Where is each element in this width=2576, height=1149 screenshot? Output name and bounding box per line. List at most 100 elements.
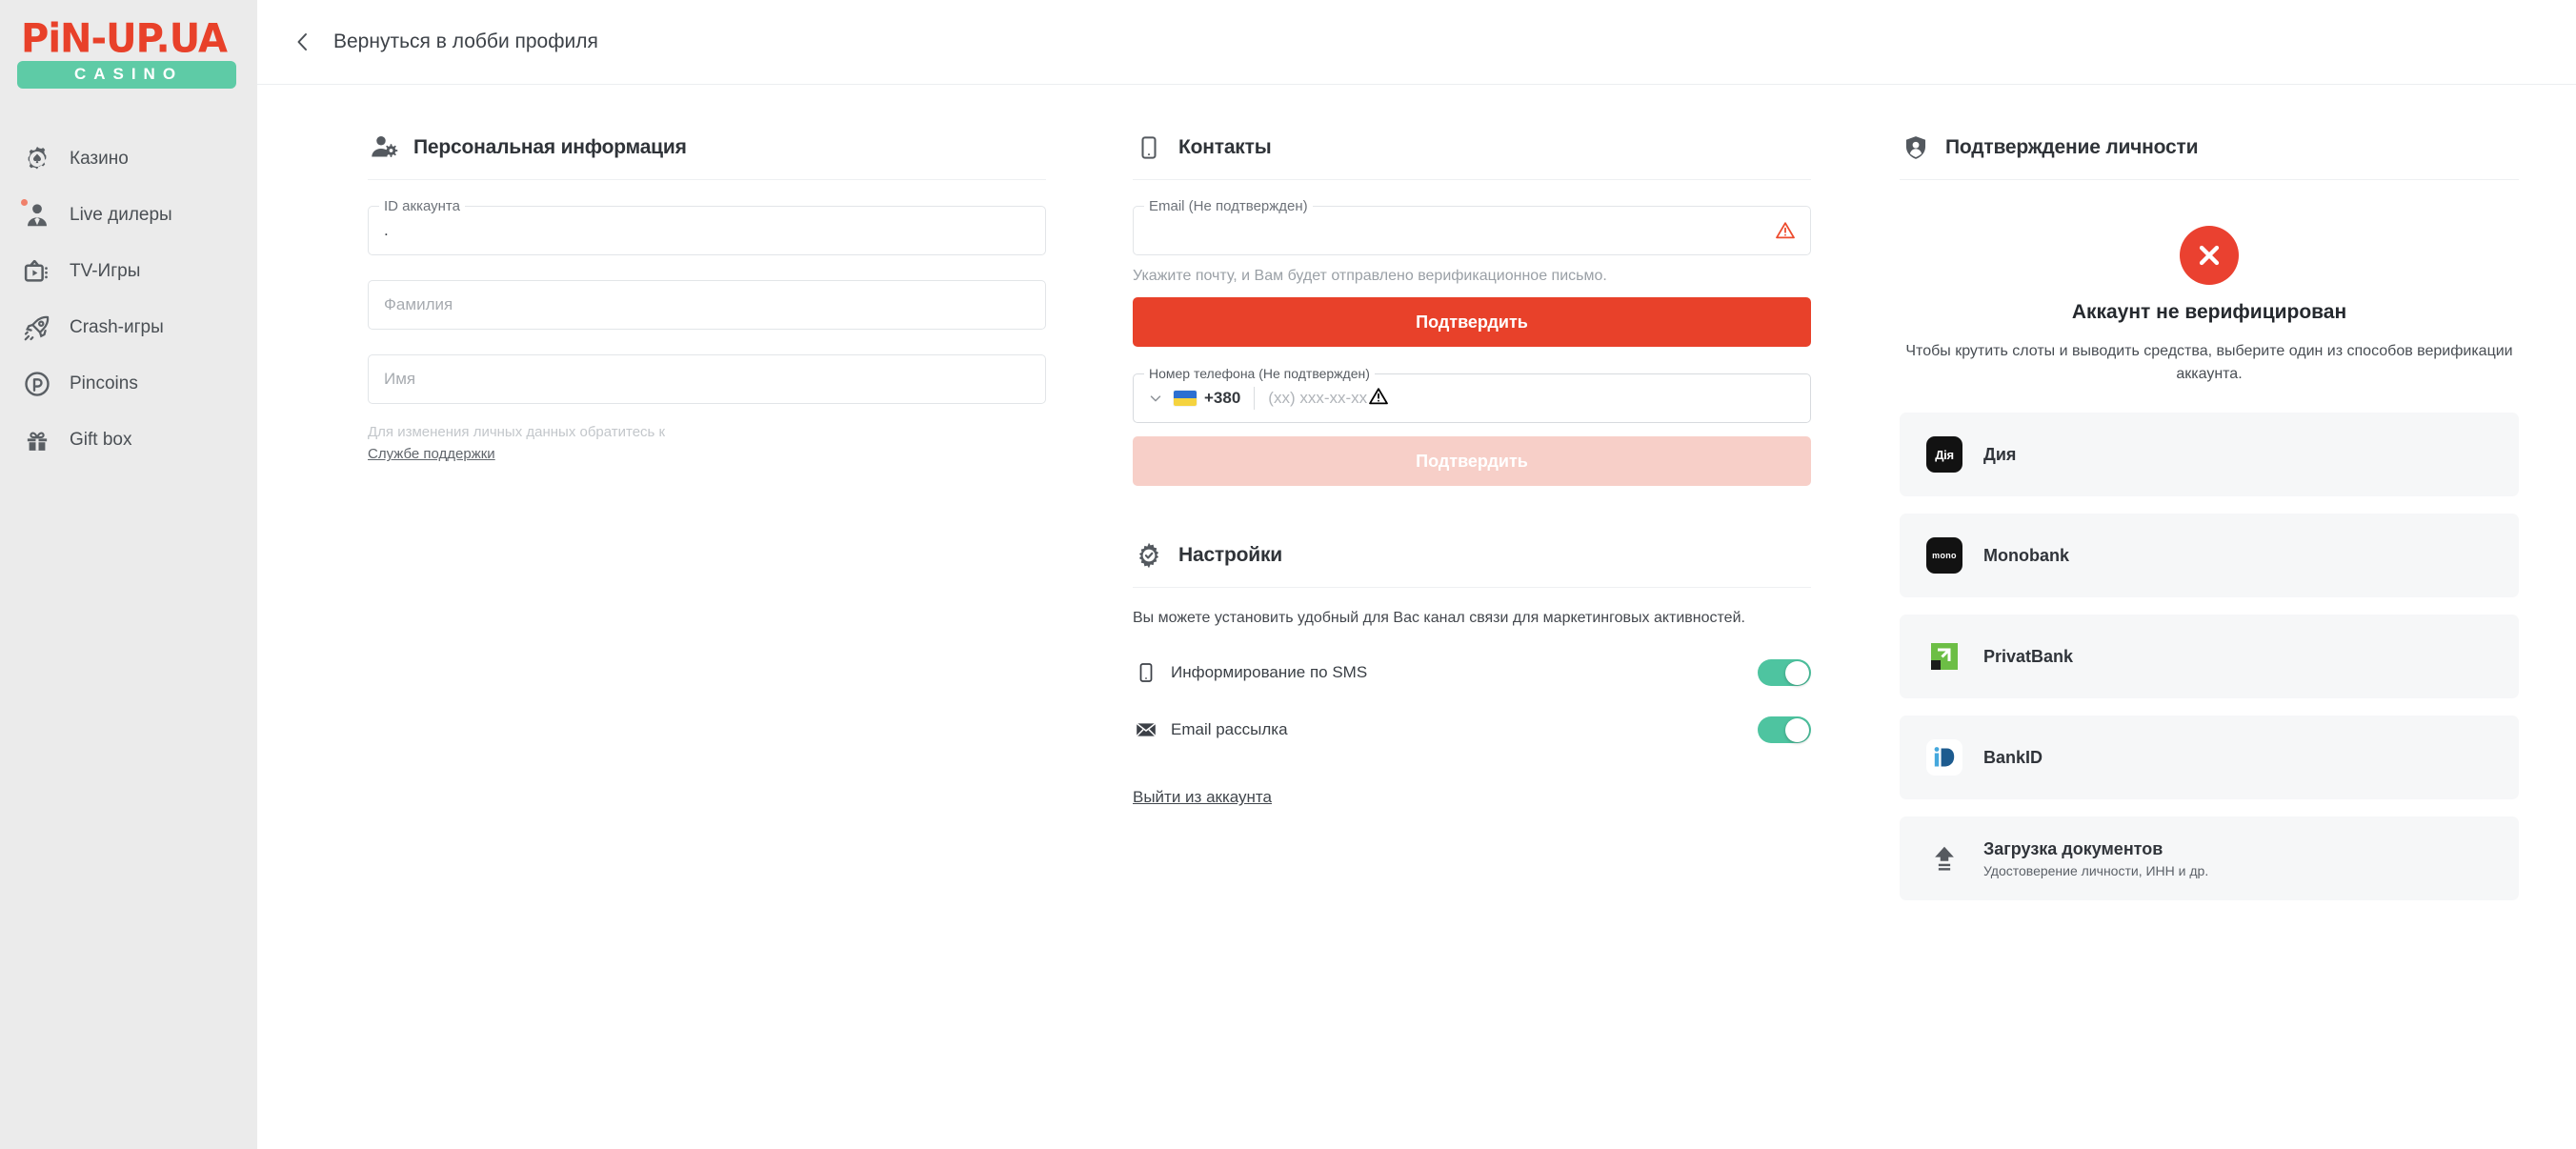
verification-status-title: Аккаунт не верифицирован <box>2071 301 2347 323</box>
verification-status-description: Чтобы крутить слоты и выводить средства,… <box>1905 343 2513 382</box>
upload-icon <box>1926 840 1962 877</box>
phone-placeholder: (xx) xxx-xx-xx <box>1268 389 1368 407</box>
verification-method-bankid[interactable]: BankID <box>1900 716 2519 799</box>
warning-triangle-icon <box>1367 385 1390 413</box>
account-id-value: . <box>384 221 389 239</box>
bankid-logo-icon <box>1926 739 1962 776</box>
main-content: Вернуться в лобби профиля Персональная и… <box>257 0 2576 1149</box>
account-id-field[interactable]: ID аккаунта . <box>368 198 1046 255</box>
casino-chip-icon <box>19 143 55 175</box>
verification-method-privatbank[interactable]: PrivatBank <box>1900 615 2519 698</box>
email-newsletter-toggle[interactable] <box>1758 716 1811 744</box>
sidebar-item-live-dealers[interactable]: Live дилеры <box>0 187 257 243</box>
monobank-logo-icon: mono <box>1926 537 1962 574</box>
contacts-section-title: Контакты <box>1178 136 1272 158</box>
account-id-label: ID аккаунта <box>379 198 465 214</box>
lastname-placeholder: Фамилия <box>384 295 453 313</box>
verification-section-title: Подтверждение личности <box>1945 136 2199 158</box>
envelope-icon <box>1133 718 1159 741</box>
method-label: Загрузка документов <box>1983 838 2163 858</box>
sidebar-item-label: Live дилеры <box>70 204 172 225</box>
tv-icon <box>19 255 55 288</box>
method-sublabel: Удостоверение личности, ИНН и др. <box>1983 862 2209 878</box>
personal-change-hint: Для изменения личных данных обратитесь к <box>368 424 666 440</box>
warning-triangle-icon <box>1774 219 1797 242</box>
section-divider <box>368 179 1046 180</box>
app-root: PiN-UP.UA CASINO Казино Live дилеры TV-И… <box>0 0 2576 1149</box>
gift-icon <box>19 424 55 456</box>
email-field[interactable]: Email (Не подтвержден) <box>1133 198 1811 255</box>
chevron-down-icon[interactable] <box>1147 390 1164 407</box>
section-divider <box>1133 179 1811 180</box>
sidebar-item-label: Pincoins <box>70 373 138 393</box>
phone-label: Номер телефона (Не подтвержден) <box>1144 366 1375 381</box>
sidebar-item-label: TV-Игры <box>70 260 141 281</box>
phone-number-field[interactable]: Номер телефона (Не подтвержден) +380 (xx… <box>1133 366 1811 423</box>
toggle-knob <box>1785 717 1809 742</box>
contacts-section-header: Контакты <box>1133 130 1857 179</box>
content-columns: Персональная информация ID аккаунта . Фа… <box>257 85 2576 917</box>
email-confirm-button[interactable]: Подтвердить <box>1133 297 1811 347</box>
logout-link[interactable]: Выйти из аккаунта <box>1133 788 1272 807</box>
sidebar-item-gift-box[interactable]: Gift box <box>0 412 257 468</box>
pincoin-icon <box>19 368 55 400</box>
shield-user-icon <box>1900 131 1932 164</box>
verification-section-header: Подтверждение личности <box>1900 130 2566 179</box>
brand-logo[interactable]: PiN-UP.UA CASINO <box>0 13 257 89</box>
sms-notification-row: Информирование по SMS <box>1133 656 1811 689</box>
verification-method-upload-documents[interactable]: Загрузка документов Удостоверение личнос… <box>1900 816 2519 900</box>
cross-circle-icon <box>2180 226 2239 285</box>
settings-section-title: Настройки <box>1178 544 1282 566</box>
sidebar-item-label: Crash-игры <box>70 316 164 337</box>
identity-verification-section: Подтверждение личности Аккаунт не верифи… <box>1900 85 2566 917</box>
toggle-knob <box>1785 660 1809 685</box>
method-label: PrivatBank <box>1983 646 2074 666</box>
sidebar-item-crash-games[interactable]: Crash-игры <box>0 299 257 355</box>
sidebar-item-casino[interactable]: Казино <box>0 131 257 187</box>
sidebar: PiN-UP.UA CASINO Казино Live дилеры TV-И… <box>0 0 257 1149</box>
back-to-profile-lobby-label[interactable]: Вернуться в лобби профиля <box>333 30 598 53</box>
email-newsletter-row: Email рассылка <box>1133 714 1811 746</box>
phone-confirm-button[interactable]: Подтвердить <box>1133 436 1811 486</box>
settings-section-header: Настройки <box>1133 537 1857 587</box>
verification-method-monobank[interactable]: mono Monobank <box>1900 514 2519 597</box>
mobile-phone-icon <box>1133 662 1159 683</box>
sidebar-item-label: Казино <box>70 148 129 169</box>
vertical-divider <box>1254 387 1256 410</box>
method-label: Monobank <box>1983 545 2069 565</box>
method-label: Дия <box>1983 444 2017 464</box>
method-label: BankID <box>1983 747 2043 767</box>
chevron-left-icon[interactable] <box>289 28 317 56</box>
sidebar-item-tv-games[interactable]: TV-Игры <box>0 243 257 299</box>
sidebar-nav: Казино Live дилеры TV-Игры Crash-игры Pi… <box>0 131 257 468</box>
email-label: Email (Не подтвержден) <box>1144 198 1313 214</box>
personal-section-title: Персональная информация <box>413 136 687 158</box>
sidebar-item-label: Gift box <box>70 429 132 450</box>
gear-check-icon <box>1133 539 1165 572</box>
settings-section: Настройки Вы можете установить удобный д… <box>1133 537 1857 807</box>
lastname-field[interactable]: Фамилия <box>368 280 1046 330</box>
notification-dot <box>21 199 28 206</box>
email-newsletter-label: Email рассылка <box>1171 720 1288 739</box>
phone-dial-code: +380 <box>1204 389 1241 407</box>
sms-notification-label: Информирование по SMS <box>1171 663 1368 682</box>
verification-body: Аккаунт не верифицирован Чтобы крутить с… <box>1900 180 2519 900</box>
firstname-field[interactable]: Имя <box>368 354 1046 404</box>
logo-wordmark: PiN-UP.UA <box>21 15 228 63</box>
sidebar-item-pincoins[interactable]: Pincoins <box>0 355 257 412</box>
verification-method-diia[interactable]: Дія Дия <box>1900 413 2519 496</box>
personal-section-header: Персональная информация <box>368 130 1092 179</box>
support-service-link[interactable]: Службе поддержки <box>368 446 495 462</box>
mobile-phone-icon <box>1133 131 1165 164</box>
email-helper-text: Укажите почту, и Вам будет отправлено ве… <box>1133 268 1607 284</box>
personal-information-section: Персональная информация ID аккаунта . Фа… <box>368 85 1092 917</box>
rocket-icon <box>19 312 55 344</box>
section-divider <box>1133 587 1811 588</box>
firstname-placeholder: Имя <box>384 370 416 388</box>
topbar: Вернуться в лобби профиля <box>257 0 2576 85</box>
diia-logo-icon: Дія <box>1926 436 1962 473</box>
privatbank-logo-icon <box>1926 638 1962 675</box>
logo-subtitle: CASINO <box>17 61 236 89</box>
ua-flag-icon <box>1174 391 1197 406</box>
sms-notification-toggle[interactable] <box>1758 659 1811 687</box>
